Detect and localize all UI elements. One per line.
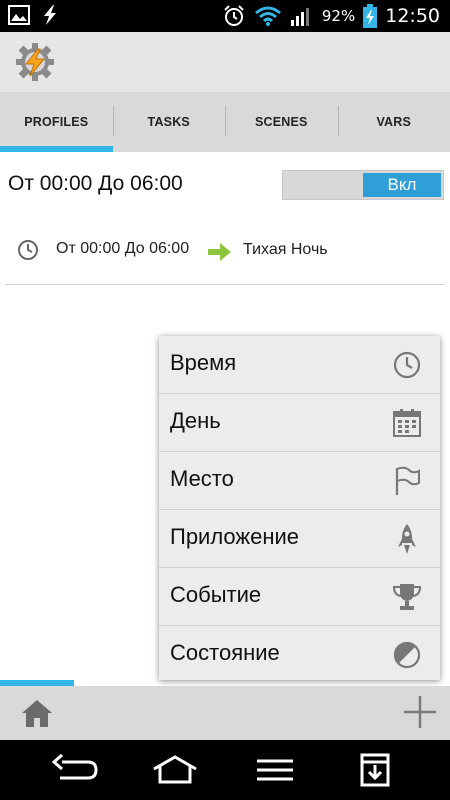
signal-icon	[290, 8, 309, 26]
add-icon[interactable]	[402, 694, 438, 730]
menu-item-time[interactable]: Время	[159, 336, 440, 393]
toggle-on-label: Вкл	[363, 173, 441, 197]
back-icon[interactable]	[50, 752, 100, 788]
time-context-icon	[18, 240, 38, 260]
home-nav-icon[interactable]	[150, 752, 200, 788]
image-notification-icon	[8, 5, 30, 25]
profile-toggle[interactable]: Вкл	[282, 170, 444, 200]
tab-profiles[interactable]: PROFILES	[0, 92, 113, 152]
calendar-icon	[393, 409, 421, 437]
action-bar	[0, 32, 450, 92]
alarm-icon	[224, 5, 244, 26]
menu-icon[interactable]	[253, 752, 297, 788]
profile-title: От 00:00 До 06:00	[8, 172, 183, 195]
divider	[5, 284, 445, 285]
tab-scenes[interactable]: SCENES	[225, 92, 338, 152]
menu-item-location[interactable]: Место	[159, 452, 440, 509]
tab-bar: PROFILES TASKS SCENES VARS	[0, 92, 450, 152]
tab-vars[interactable]: VARS	[337, 92, 450, 152]
lightning-notification-icon	[44, 5, 56, 25]
tab-tasks[interactable]: TASKS	[112, 92, 226, 152]
status-bar: 92% 12:50	[0, 0, 450, 32]
trophy-icon	[392, 584, 422, 610]
profile-context[interactable]: От 00:00 До 06:00	[56, 240, 189, 258]
context-type-menu: Время День Место Приложение Событие Сост…	[159, 336, 440, 680]
bottom-bar	[0, 686, 450, 740]
menu-item-state[interactable]: Состояние	[159, 626, 440, 683]
battery-percent: 92%	[321, 7, 356, 25]
profile-task[interactable]: Тихая Ночь	[243, 241, 328, 259]
home-icon[interactable]	[20, 698, 54, 728]
tasker-app-icon[interactable]	[14, 41, 56, 83]
menu-item-day[interactable]: День	[159, 394, 440, 451]
rocket-icon	[398, 524, 416, 554]
clock-time: 12:50	[385, 5, 440, 27]
flag-icon	[395, 466, 420, 495]
wifi-icon	[254, 6, 281, 26]
arrow-right-icon	[208, 243, 231, 261]
clock-icon	[393, 351, 421, 379]
half-circle-icon	[393, 641, 421, 669]
battery-charging-icon	[363, 4, 378, 28]
menu-item-application[interactable]: Приложение	[159, 510, 440, 567]
notification-drawer-icon[interactable]	[358, 752, 392, 788]
menu-item-event[interactable]: Событие	[159, 568, 440, 625]
